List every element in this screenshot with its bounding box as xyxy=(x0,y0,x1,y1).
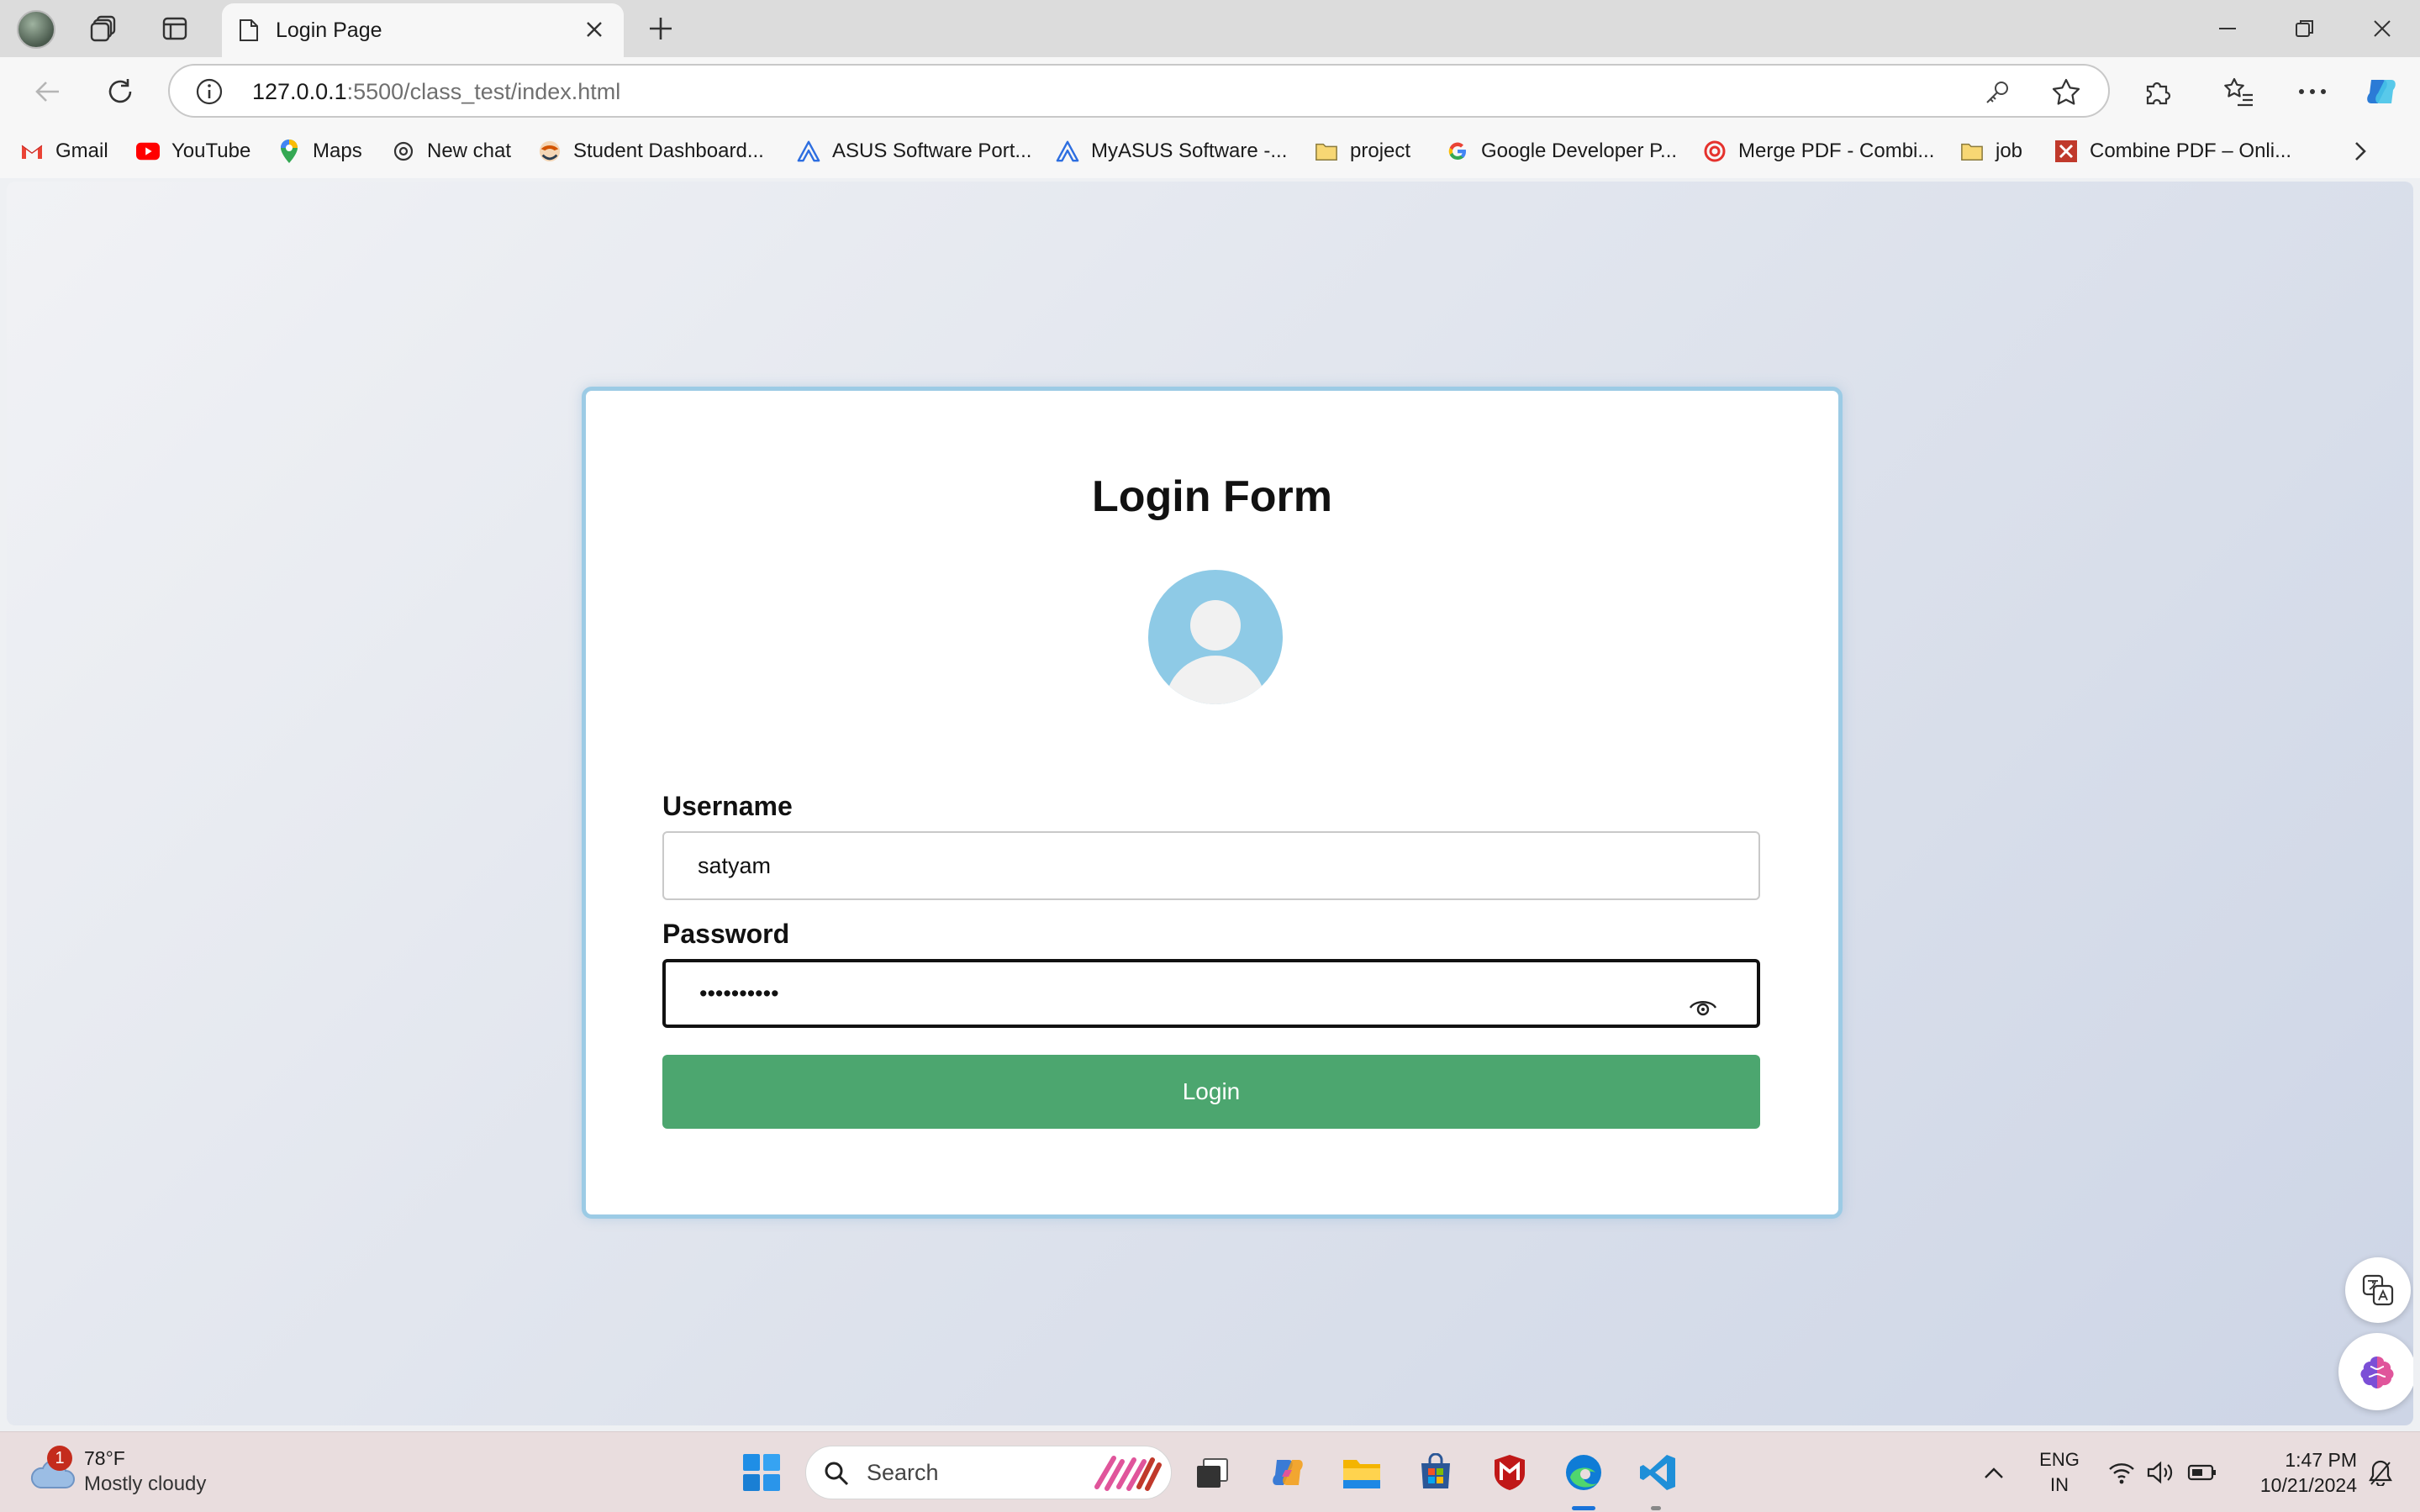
page-icon xyxy=(240,19,258,41)
address-bar[interactable]: 127.0.0.1:5500/class_test/index.html xyxy=(168,64,2110,118)
page-title: Login Form xyxy=(1092,472,1332,521)
back-arrow-icon[interactable] xyxy=(27,71,69,113)
bookmark-combine-pdf[interactable]: Combine PDF – Onli... xyxy=(2054,136,2291,166)
favorites-list-icon[interactable] xyxy=(2217,71,2259,113)
youtube-icon xyxy=(136,140,160,163)
battery-icon[interactable] xyxy=(2185,1452,2219,1493)
windows-start-icon[interactable] xyxy=(738,1449,785,1496)
volume-icon[interactable] xyxy=(2145,1452,2175,1493)
password-input[interactable] xyxy=(662,959,1760,1028)
pdf-merge-icon xyxy=(1703,140,1727,163)
bookmark-folder-job[interactable]: job xyxy=(1960,136,2022,166)
file-explorer-icon[interactable] xyxy=(1338,1449,1385,1496)
weather-temp: 78°F xyxy=(84,1447,125,1469)
more-options-icon[interactable] xyxy=(2291,71,2333,113)
edge-browser-icon[interactable] xyxy=(1560,1449,1607,1496)
vertical-tabs-icon[interactable] xyxy=(156,10,193,47)
asus-icon xyxy=(1056,140,1079,163)
microsoft-store-icon[interactable] xyxy=(1412,1449,1459,1496)
dashboard-icon xyxy=(538,140,562,163)
close-window-icon[interactable] xyxy=(2349,8,2416,49)
bookmarks-overflow-chevron-icon[interactable] xyxy=(2345,136,2375,166)
browser-toolbar: 127.0.0.1:5500/class_test/index.html xyxy=(0,57,2420,124)
search-icon xyxy=(825,1462,849,1486)
vscode-running-indicator xyxy=(1651,1506,1661,1510)
weather-widget[interactable]: 1 78°F Mostly cloudy xyxy=(30,1446,249,1499)
maps-icon xyxy=(277,140,301,163)
gmail-icon xyxy=(20,140,44,163)
user-avatar-icon xyxy=(1148,570,1283,704)
restore-icon[interactable] xyxy=(2271,8,2338,49)
new-tab-plus-icon[interactable] xyxy=(642,10,679,47)
bookmark-new-chat[interactable]: New chat xyxy=(392,136,511,166)
tab-title: Login Page xyxy=(276,18,382,42)
pdf-combine-icon xyxy=(2054,140,2078,163)
active-tab[interactable]: Login Page xyxy=(222,3,624,57)
taskbar-search[interactable]: Search xyxy=(805,1446,1172,1499)
bookmark-asus-software-portal[interactable]: ASUS Software Port... xyxy=(797,136,1031,166)
bookmark-myasus-software[interactable]: MyASUS Software -... xyxy=(1056,136,1287,166)
site-info-icon[interactable] xyxy=(195,77,224,106)
asus-icon xyxy=(797,140,820,163)
task-view-icon[interactable] xyxy=(1189,1449,1236,1496)
extensions-puzzle-icon[interactable] xyxy=(2137,71,2179,113)
url-text[interactable]: 127.0.0.1:5500/class_test/index.html xyxy=(252,79,620,105)
show-password-eye-icon[interactable] xyxy=(1684,988,1722,1027)
wifi-icon[interactable] xyxy=(2106,1452,2137,1493)
bookmark-merge-pdf[interactable]: Merge PDF - Combi... xyxy=(1703,136,1934,166)
bookmark-gmail[interactable]: Gmail xyxy=(20,136,108,166)
profile-avatar[interactable] xyxy=(17,10,55,49)
search-placeholder: Search xyxy=(867,1460,939,1485)
ai-brain-icon[interactable] xyxy=(2338,1333,2413,1410)
copilot-taskbar-icon[interactable] xyxy=(1264,1449,1311,1496)
bookmark-student-dashboard[interactable]: Student Dashboard... xyxy=(538,136,764,166)
close-tab-icon[interactable] xyxy=(582,17,607,42)
translate-icon[interactable] xyxy=(2345,1257,2411,1323)
search-highlight-icon xyxy=(1094,1456,1162,1491)
weather-desc: Mostly cloudy xyxy=(84,1472,207,1495)
system-clock[interactable]: 1:47 PM 10/21/2024 xyxy=(2239,1447,2357,1498)
language-indicator[interactable]: ENG IN xyxy=(2036,1447,2083,1498)
folder-icon xyxy=(1960,140,1984,163)
notifications-bell-icon[interactable] xyxy=(2364,1452,2397,1493)
google-icon xyxy=(1446,140,1469,163)
page-viewport: Login Form Username Password Login xyxy=(7,182,2413,1425)
edge-active-indicator xyxy=(1572,1506,1595,1510)
workspaces-icon[interactable] xyxy=(86,10,123,47)
bookmark-google-developer[interactable]: Google Developer P... xyxy=(1446,136,1677,166)
minimize-icon[interactable] xyxy=(2194,8,2261,49)
notification-badge: 1 xyxy=(47,1446,72,1471)
username-label: Username xyxy=(662,791,793,821)
refresh-icon[interactable] xyxy=(99,71,141,113)
mcafee-icon[interactable] xyxy=(1486,1449,1533,1496)
vscode-icon[interactable] xyxy=(1634,1449,1681,1496)
show-hidden-icons-chevron-icon[interactable] xyxy=(1977,1452,2011,1493)
favorite-star-icon[interactable] xyxy=(2049,76,2083,109)
browser-tab-strip: Login Page xyxy=(0,0,2420,57)
bookmark-maps[interactable]: Maps xyxy=(277,136,362,166)
bookmark-youtube[interactable]: YouTube xyxy=(136,136,250,166)
password-label: Password xyxy=(662,919,790,949)
copilot-icon[interactable] xyxy=(2360,71,2402,113)
login-card: Login Form Username Password Login xyxy=(582,387,1843,1219)
folder-icon xyxy=(1315,140,1338,163)
windows-taskbar: 1 78°F Mostly cloudy Search ENG IN 1:47 … xyxy=(0,1431,2420,1512)
bookmarks-bar: Gmail YouTube Maps New chat Student Dash… xyxy=(0,124,2420,178)
password-key-icon[interactable] xyxy=(1980,76,2014,109)
username-input[interactable] xyxy=(662,831,1760,900)
bookmark-folder-project[interactable]: project xyxy=(1315,136,1410,166)
login-button[interactable]: Login xyxy=(662,1055,1760,1129)
chatgpt-icon xyxy=(392,140,415,163)
